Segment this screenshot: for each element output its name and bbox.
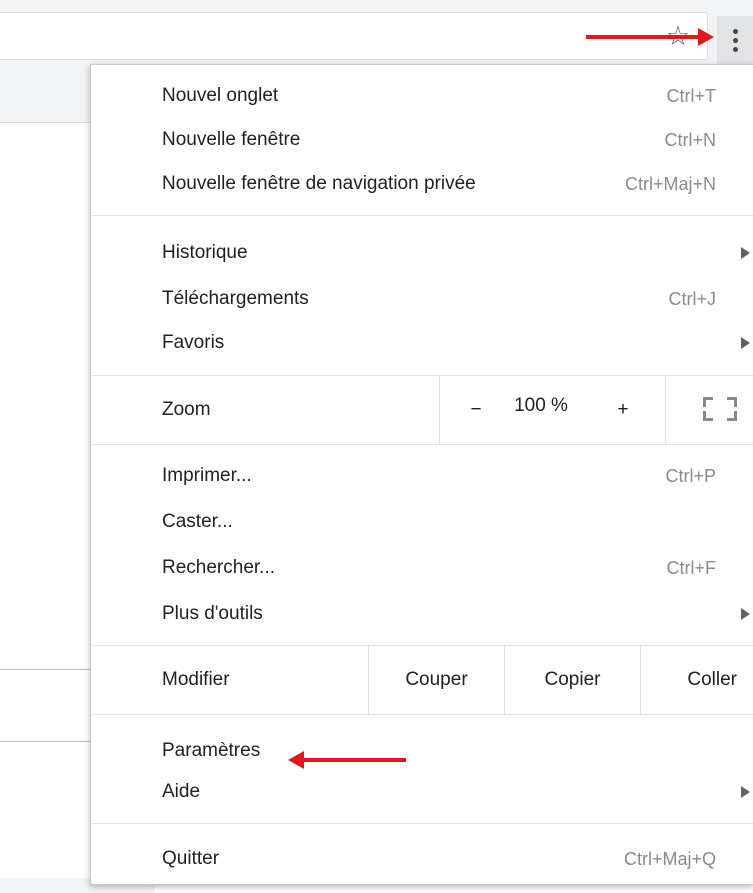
page-divider bbox=[0, 741, 92, 742]
menu-item-history[interactable]: Historique bbox=[91, 231, 753, 275]
menu-item-quit[interactable]: Quitter Ctrl+Maj+Q bbox=[91, 837, 753, 881]
menu-item-shortcut: Ctrl+Maj+Q bbox=[623, 849, 716, 869]
zoom-out-button[interactable]: − bbox=[462, 376, 490, 444]
menu-item-shortcut: Ctrl+T bbox=[666, 86, 717, 106]
copy-button[interactable]: Copier bbox=[505, 646, 640, 714]
chrome-main-menu: Nouvel onglet Ctrl+T Nouvelle fenêtre Ct… bbox=[90, 64, 753, 885]
zoom-label: Zoom bbox=[162, 399, 211, 420]
menu-item-new-tab[interactable]: Nouvel onglet Ctrl+T bbox=[91, 74, 753, 118]
zoom-level: 100 % bbox=[514, 395, 568, 416]
menu-item-label: Historique bbox=[162, 242, 248, 263]
menu-item-label: Aide bbox=[162, 781, 201, 802]
menu-item-label: Caster... bbox=[162, 511, 233, 532]
paste-button[interactable]: Coller bbox=[641, 646, 753, 714]
fullscreen-icon[interactable] bbox=[703, 397, 737, 421]
submenu-arrow-icon bbox=[741, 337, 750, 349]
menu-item-find[interactable]: Rechercher... Ctrl+F bbox=[91, 546, 753, 590]
menu-item-new-incognito-window[interactable]: Nouvelle fenêtre de navigation privée Ct… bbox=[91, 162, 753, 206]
menu-separator bbox=[91, 714, 753, 715]
menu-item-label: Téléchargements bbox=[162, 288, 309, 309]
menu-item-label: Nouvelle fenêtre de navigation privée bbox=[162, 173, 476, 194]
menu-item-label: Favoris bbox=[162, 332, 225, 353]
menu-item-shortcut: Ctrl+F bbox=[666, 558, 717, 578]
menu-item-downloads[interactable]: Téléchargements Ctrl+J bbox=[91, 277, 753, 321]
zoom-divider bbox=[439, 376, 440, 444]
annotation-arrow-to-settings bbox=[288, 751, 406, 769]
submenu-arrow-icon bbox=[741, 608, 750, 620]
vertical-dots-icon[interactable] bbox=[717, 16, 753, 64]
menu-separator bbox=[91, 823, 753, 824]
menu-item-new-window[interactable]: Nouvelle fenêtre Ctrl+N bbox=[91, 118, 753, 162]
menu-item-shortcut: Ctrl+Maj+N bbox=[624, 174, 716, 194]
cut-button[interactable]: Couper bbox=[369, 646, 504, 714]
menu-item-label: Plus d'outils bbox=[162, 603, 263, 624]
submenu-arrow-icon bbox=[741, 786, 750, 798]
menu-item-label: Paramètres bbox=[162, 740, 261, 761]
menu-item-shortcut: Ctrl+J bbox=[668, 289, 716, 309]
page-divider bbox=[0, 669, 92, 670]
menu-item-shortcut: Ctrl+N bbox=[664, 130, 716, 150]
bookmarks-bar bbox=[0, 66, 92, 123]
edit-label: Modifier bbox=[162, 669, 230, 690]
submenu-arrow-icon bbox=[741, 247, 750, 259]
menu-item-label: Imprimer... bbox=[162, 465, 252, 486]
menu-separator bbox=[91, 444, 753, 445]
menu-item-label: Quitter bbox=[162, 848, 220, 869]
menu-item-label: Rechercher... bbox=[162, 557, 275, 578]
menu-item-label: Nouvelle fenêtre bbox=[162, 129, 301, 150]
menu-row-zoom: Zoom − 100 % + bbox=[91, 376, 753, 444]
menu-item-shortcut: Ctrl+P bbox=[665, 466, 716, 486]
menu-row-edit: Modifier Couper Copier Coller bbox=[91, 646, 753, 714]
menu-item-more-tools[interactable]: Plus d'outils bbox=[91, 592, 753, 636]
zoom-divider bbox=[665, 376, 666, 444]
menu-separator bbox=[91, 215, 753, 216]
menu-item-label: Nouvel onglet bbox=[162, 85, 279, 106]
zoom-in-button[interactable]: + bbox=[609, 376, 637, 444]
paste-button-label: Coller bbox=[687, 669, 737, 690]
menu-item-help[interactable]: Aide bbox=[91, 770, 753, 814]
menu-item-cast[interactable]: Caster... bbox=[91, 500, 753, 544]
menu-item-settings[interactable]: Paramètres bbox=[91, 729, 753, 773]
annotation-arrow-to-menu bbox=[586, 28, 714, 46]
menu-item-bookmarks[interactable]: Favoris bbox=[91, 321, 753, 365]
menu-item-print[interactable]: Imprimer... Ctrl+P bbox=[91, 454, 753, 498]
